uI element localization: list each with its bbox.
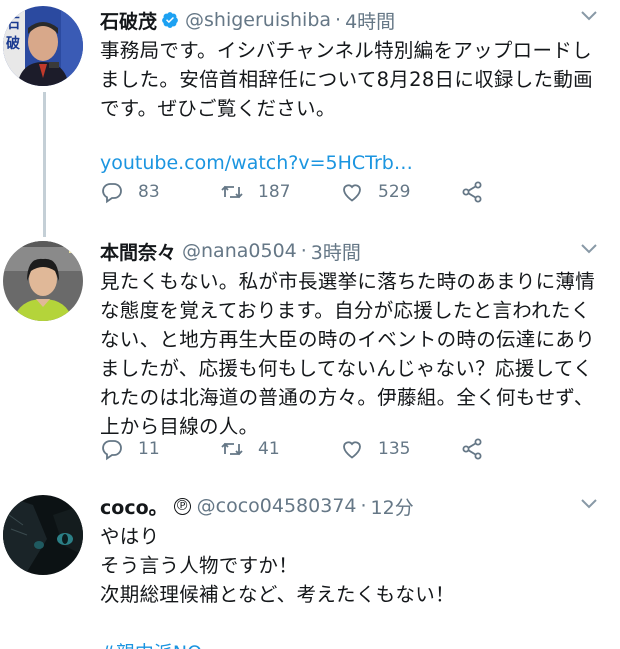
tweet-text: 事務局です。イシバチャンネル特別編をアップロードし ました。安倍首相辞任について… bbox=[100, 39, 593, 120]
display-name[interactable]: coco。 bbox=[100, 493, 168, 520]
separator: · bbox=[300, 240, 307, 262]
retweet-button[interactable]: 41 bbox=[220, 437, 340, 461]
display-name[interactable]: 本間奈々 bbox=[100, 238, 176, 265]
chevron-down-icon[interactable] bbox=[580, 10, 598, 22]
display-name[interactable]: 石破茂 bbox=[100, 7, 157, 34]
hashtag-link[interactable]: #親中派NO bbox=[100, 638, 608, 649]
share-button[interactable] bbox=[460, 180, 500, 204]
like-button[interactable]: 529 bbox=[340, 180, 460, 204]
chevron-down-icon[interactable] bbox=[580, 498, 598, 510]
svg-text:破: 破 bbox=[6, 35, 20, 52]
separator: · bbox=[335, 9, 342, 31]
verified-icon bbox=[162, 12, 178, 28]
svg-text:石: 石 bbox=[5, 16, 20, 32]
like-button[interactable]: 135 bbox=[340, 437, 460, 461]
timestamp[interactable]: 4時間 bbox=[345, 7, 395, 34]
action-bar: 83 187 529 bbox=[100, 178, 540, 206]
tweet-text: やはり そう言う人物ですか！ 次期総理候補となど、考えたくもない！ bbox=[100, 525, 455, 606]
timestamp[interactable]: 3時間 bbox=[311, 238, 361, 265]
handle[interactable]: @nana0504 bbox=[182, 240, 297, 262]
reply-icon bbox=[102, 440, 122, 461]
tweet-text: 見たくもない。私が市長選挙に落ちた時のあまりに薄情 な態度を覚えております。自分… bbox=[100, 270, 596, 438]
badge: ℗ bbox=[173, 497, 191, 515]
reply-button[interactable]: 83 bbox=[100, 180, 220, 204]
retweet-count: 41 bbox=[258, 439, 280, 459]
handle[interactable]: @coco04580374 bbox=[197, 495, 357, 517]
reply-count: 83 bbox=[138, 182, 160, 202]
tweet-header: 本間奈々 @nana0504 · 3時間 bbox=[100, 237, 608, 265]
retweet-count: 187 bbox=[258, 182, 291, 202]
tweet-1[interactable]: 石 破 石破茂 @shigeruishiba · 4時間 事務局です。イシバチャ… bbox=[0, 0, 620, 235]
share-button[interactable] bbox=[460, 437, 500, 461]
tweet-header: 石破茂 @shigeruishiba · 4時間 bbox=[100, 6, 608, 34]
share-icon bbox=[462, 181, 482, 203]
retweet-button[interactable]: 187 bbox=[220, 180, 340, 204]
reply-button[interactable]: 11 bbox=[100, 437, 220, 461]
reply-count: 11 bbox=[138, 439, 160, 459]
tweet-header: coco。 ℗ @coco04580374 · 12分 bbox=[100, 492, 608, 520]
tweet-3[interactable]: coco。 ℗ @coco04580374 · 12分 やはり そう言う人物です… bbox=[0, 488, 620, 649]
retweet-icon bbox=[221, 185, 243, 199]
reply-icon bbox=[102, 183, 122, 204]
chevron-down-icon[interactable] bbox=[580, 243, 598, 255]
separator: · bbox=[360, 495, 367, 517]
avatar[interactable]: 石 破 bbox=[3, 6, 83, 86]
like-icon bbox=[343, 441, 361, 459]
like-count: 135 bbox=[378, 439, 411, 459]
avatar[interactable] bbox=[3, 241, 83, 321]
like-count: 529 bbox=[378, 182, 411, 202]
avatar[interactable] bbox=[3, 495, 83, 575]
retweet-icon bbox=[221, 442, 243, 456]
timestamp[interactable]: 12分 bbox=[371, 493, 414, 520]
action-bar: 11 41 135 bbox=[100, 435, 540, 463]
like-icon bbox=[343, 184, 361, 202]
share-icon bbox=[462, 438, 482, 460]
tweet-2[interactable]: 本間奈々 @nana0504 · 3時間 見たくもない。私が市長選挙に落ちた時の… bbox=[0, 235, 620, 485]
tweet-link[interactable]: youtube.com/watch?v=5HCTrb… bbox=[100, 152, 608, 174]
handle[interactable]: @shigeruishiba bbox=[185, 9, 331, 31]
